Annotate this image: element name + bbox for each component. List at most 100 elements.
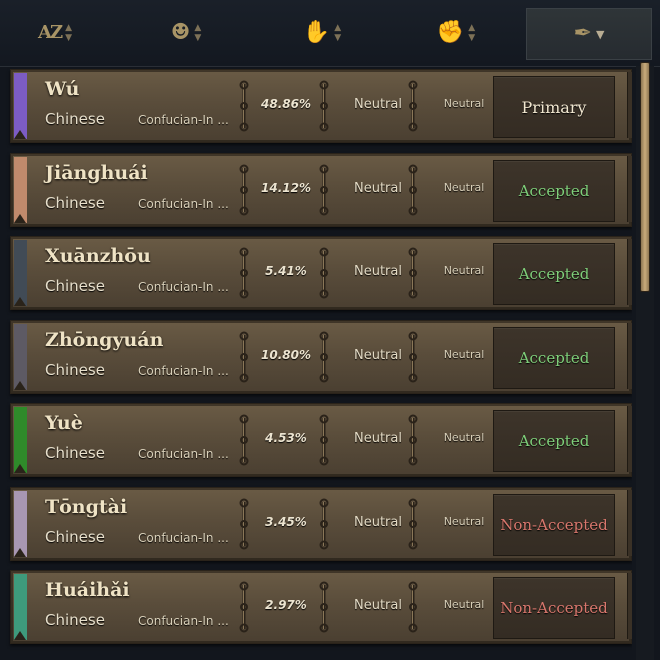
chevron-down-icon: ▼ (595, 27, 605, 41)
ornate-divider (238, 331, 250, 383)
sort-attitude-button[interactable]: ✊ ▲ ▼ (430, 8, 482, 58)
culture-attitude-secondary: Neutral (443, 514, 485, 528)
culture-name: Tōngtài (45, 495, 128, 518)
acceptance-status-button[interactable]: Non-Accepted (493, 493, 615, 556)
sort-heritage-button[interactable]: ☻ ▲ ▼ (160, 8, 212, 58)
culture-name: Xuānzhōu (45, 245, 151, 267)
acceptance-status-button[interactable]: Non-Accepted (493, 577, 615, 639)
ornate-divider (238, 414, 250, 466)
culture-color-swatch (14, 407, 27, 473)
culture-name: Yuè (45, 412, 83, 434)
ornate-divider (407, 414, 419, 466)
culture-color-swatch (14, 156, 27, 223)
culture-percentage: 10.80% (261, 347, 311, 362)
sort-arrows-icon: ▲ ▼ (334, 23, 342, 43)
culture-tradition[interactable]: Confucian-In ... (138, 447, 229, 461)
culture-tradition[interactable]: Confucian-In ... (138, 614, 229, 628)
culture-row[interactable]: Tōngtài Chinese Confucian-In ... 3.45% N… (10, 486, 632, 561)
culture-attitude: Neutral (354, 347, 402, 363)
culture-color-swatch (14, 574, 27, 640)
ornate-divider (318, 164, 330, 216)
sort-arrows-icon: ▲ ▼ (194, 23, 202, 43)
heads-icon: ☻ (170, 20, 191, 45)
ornate-divider (407, 581, 419, 633)
culture-attitude-secondary: Neutral (443, 97, 485, 110)
culture-attitude-secondary: Neutral (443, 431, 485, 444)
ornate-divider (318, 498, 330, 550)
ornate-divider (407, 331, 419, 383)
acceptance-status-button[interactable]: Accepted (493, 159, 615, 222)
culture-percentage: 5.41% (265, 264, 307, 278)
quill-icon: ✒ (573, 21, 592, 46)
sort-tradition-button[interactable]: ✋ ▲ ▼ (296, 8, 348, 58)
culture-tradition[interactable]: Confucian-In ... (138, 197, 229, 211)
ornate-divider (318, 331, 330, 383)
sort-name-button[interactable]: AZ ▲ ▼ (30, 8, 80, 58)
handshake-icon: ✊ (436, 20, 465, 45)
culture-color-swatch (14, 240, 27, 306)
culture-attitude: Neutral (354, 264, 402, 279)
culture-attitude: Neutral (354, 598, 402, 613)
culture-tradition[interactable]: Confucian-In ... (138, 364, 229, 378)
scrollbar-thumb[interactable] (640, 62, 650, 292)
filter-button[interactable]: ✒ ▼ (526, 8, 652, 60)
culture-attitude-secondary: Neutral (443, 264, 485, 277)
sort-header: AZ ▲ ▼ ☻ ▲ ▼ ✋ ▲ ▼ ✊ ▲ ▼ ✒ ▼ (0, 0, 660, 67)
culture-name: Jiānghuái (45, 161, 148, 184)
acceptance-status-button[interactable]: Accepted (493, 243, 615, 305)
az-sort-icon: AZ (37, 22, 63, 43)
culture-row[interactable]: Xuānzhōu Chinese Confucian-In ... 5.41% … (10, 236, 632, 310)
ornate-divider (238, 581, 250, 633)
ornate-divider (407, 498, 419, 550)
ornate-divider (407, 80, 419, 132)
culture-list: Wú Chinese Confucian-In ... 48.86% Neutr… (0, 66, 632, 660)
ornate-divider (318, 247, 330, 299)
culture-row[interactable]: Zhōngyuán Chinese Confucian-In ... 10.80… (10, 319, 632, 394)
culture-heritage: Chinese (45, 527, 105, 546)
culture-name: Wú (45, 78, 80, 100)
culture-row[interactable]: Yuè Chinese Confucian-In ... 4.53% Neutr… (10, 403, 632, 477)
ornate-divider (407, 247, 419, 299)
ornate-divider (238, 80, 250, 132)
culture-row[interactable]: Wú Chinese Confucian-In ... 48.86% Neutr… (10, 69, 632, 143)
culture-color-swatch (14, 73, 27, 139)
culture-percentage: 14.12% (261, 180, 311, 195)
acceptance-status-button[interactable]: Accepted (493, 410, 615, 472)
hands-exchange-icon: ✋ (302, 20, 331, 45)
culture-heritage: Chinese (45, 611, 105, 629)
culture-heritage: Chinese (45, 110, 105, 128)
culture-tradition[interactable]: Confucian-In ... (138, 531, 229, 545)
culture-name: Huáihǎi (45, 579, 130, 601)
culture-attitude: Neutral (354, 97, 402, 112)
sort-arrows-icon: ▲ ▼ (468, 23, 476, 43)
culture-color-swatch (14, 323, 27, 390)
culture-tradition[interactable]: Confucian-In ... (138, 113, 229, 127)
acceptance-status-button[interactable]: Accepted (493, 326, 615, 389)
ornate-divider (318, 414, 330, 466)
culture-row[interactable]: Jiānghuái Chinese Confucian-In ... 14.12… (10, 152, 632, 227)
culture-attitude-secondary: Neutral (443, 180, 485, 194)
culture-attitude-secondary: Neutral (443, 347, 485, 361)
culture-percentage: 4.53% (265, 431, 307, 445)
sort-arrows-icon: ▲ ▼ (65, 23, 73, 43)
ornate-divider (238, 498, 250, 550)
acceptance-status-button[interactable]: Primary (493, 76, 615, 138)
culture-attitude: Neutral (354, 180, 402, 196)
ornate-divider (318, 581, 330, 633)
ornate-divider (238, 164, 250, 216)
culture-percentage: 3.45% (265, 514, 307, 529)
ornate-divider (318, 80, 330, 132)
culture-heritage: Chinese (45, 360, 105, 379)
culture-name: Zhōngyuán (45, 328, 164, 351)
culture-attitude: Neutral (354, 431, 402, 446)
culture-attitude: Neutral (354, 514, 402, 530)
culture-attitude-secondary: Neutral (443, 598, 485, 611)
culture-percentage: 2.97% (265, 598, 307, 612)
culture-row[interactable]: Huáihǎi Chinese Confucian-In ... 2.97% N… (10, 570, 632, 644)
culture-heritage: Chinese (45, 193, 105, 212)
ornate-divider (407, 164, 419, 216)
culture-tradition[interactable]: Confucian-In ... (138, 280, 229, 294)
culture-percentage: 48.86% (261, 97, 311, 111)
ornate-divider (238, 247, 250, 299)
culture-color-swatch (14, 490, 27, 557)
